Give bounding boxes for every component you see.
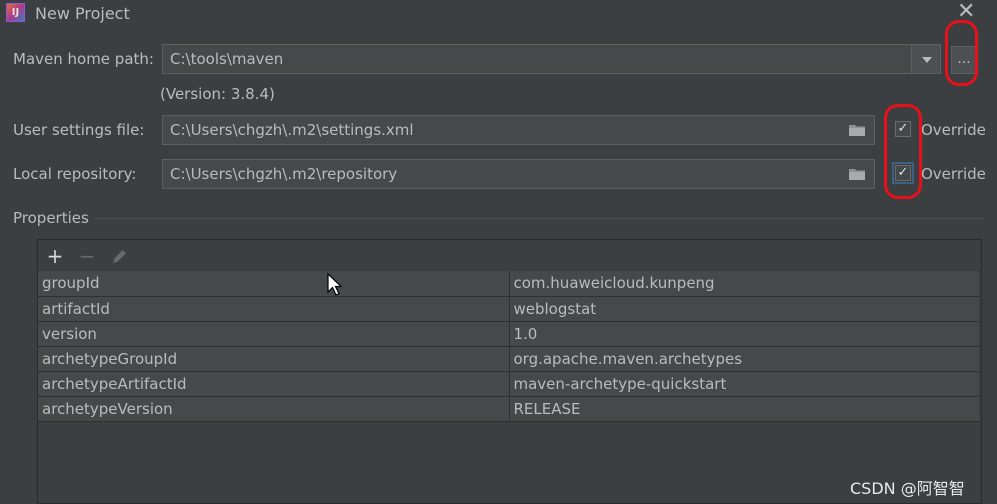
- properties-table: groupId com.huaweicloud.kunpeng artifact…: [38, 271, 979, 422]
- property-value[interactable]: com.huaweicloud.kunpeng: [509, 271, 979, 297]
- maven-home-label: Maven home path:: [13, 50, 154, 68]
- table-row[interactable]: archetypeArtifactId maven-archetype-quic…: [38, 371, 979, 397]
- local-repo-field[interactable]: C:\Users\chgzh\.m2\repository: [162, 159, 875, 189]
- user-settings-override-label[interactable]: Override: [921, 121, 986, 139]
- table-row[interactable]: archetypeGroupId org.apache.maven.archet…: [38, 346, 979, 372]
- chevron-down-icon: [922, 57, 932, 63]
- mouse-cursor-icon: [327, 273, 343, 296]
- maven-home-combobox[interactable]: C:\tools\maven: [162, 44, 941, 74]
- properties-panel: + − groupId com.huaweicloud.kunpeng arti…: [37, 239, 982, 504]
- folder-icon[interactable]: [849, 124, 865, 136]
- property-value[interactable]: org.apache.maven.archetypes: [509, 346, 979, 372]
- property-key[interactable]: version: [38, 321, 510, 347]
- table-row[interactable]: groupId com.huaweicloud.kunpeng: [38, 271, 979, 297]
- local-repo-value: C:\Users\chgzh\.m2\repository: [170, 165, 398, 183]
- add-icon[interactable]: +: [44, 246, 66, 266]
- property-key[interactable]: artifactId: [38, 296, 510, 322]
- remove-icon[interactable]: −: [76, 246, 98, 266]
- maven-version-note: (Version: 3.8.4): [160, 85, 275, 103]
- maven-home-dropdown-button[interactable]: [911, 45, 940, 73]
- property-key[interactable]: archetypeVersion: [38, 396, 510, 422]
- local-repo-override-label[interactable]: Override: [921, 165, 986, 183]
- local-repo-label: Local repository:: [13, 165, 137, 183]
- folder-icon[interactable]: [849, 168, 865, 180]
- user-settings-field[interactable]: C:\Users\chgzh\.m2\settings.xml: [162, 115, 875, 145]
- user-settings-value: C:\Users\chgzh\.m2\settings.xml: [170, 121, 414, 139]
- property-value[interactable]: 1.0: [509, 321, 979, 347]
- window-title: New Project: [35, 4, 130, 23]
- properties-title: Properties: [13, 209, 89, 227]
- property-value[interactable]: maven-archetype-quickstart: [509, 371, 979, 397]
- section-divider: [94, 218, 984, 219]
- annotation-circle: [945, 20, 978, 86]
- table-row[interactable]: version 1.0: [38, 321, 979, 347]
- watermark-text: CSDN @阿智智: [850, 479, 965, 498]
- user-settings-label: User settings file:: [13, 121, 145, 139]
- app-icon: IJ: [6, 3, 25, 22]
- properties-toolbar: + −: [38, 240, 981, 272]
- pencil-icon[interactable]: [111, 248, 128, 265]
- maven-home-value: C:\tools\maven: [170, 50, 284, 68]
- annotation-circle: [884, 104, 922, 199]
- property-key[interactable]: groupId: [38, 271, 510, 297]
- table-row[interactable]: archetypeVersion RELEASE: [38, 396, 979, 422]
- table-row[interactable]: artifactId weblogstat: [38, 296, 979, 322]
- property-value[interactable]: RELEASE: [509, 396, 979, 422]
- property-key[interactable]: archetypeGroupId: [38, 346, 510, 372]
- property-key[interactable]: archetypeArtifactId: [38, 371, 510, 397]
- property-value[interactable]: weblogstat: [509, 296, 979, 322]
